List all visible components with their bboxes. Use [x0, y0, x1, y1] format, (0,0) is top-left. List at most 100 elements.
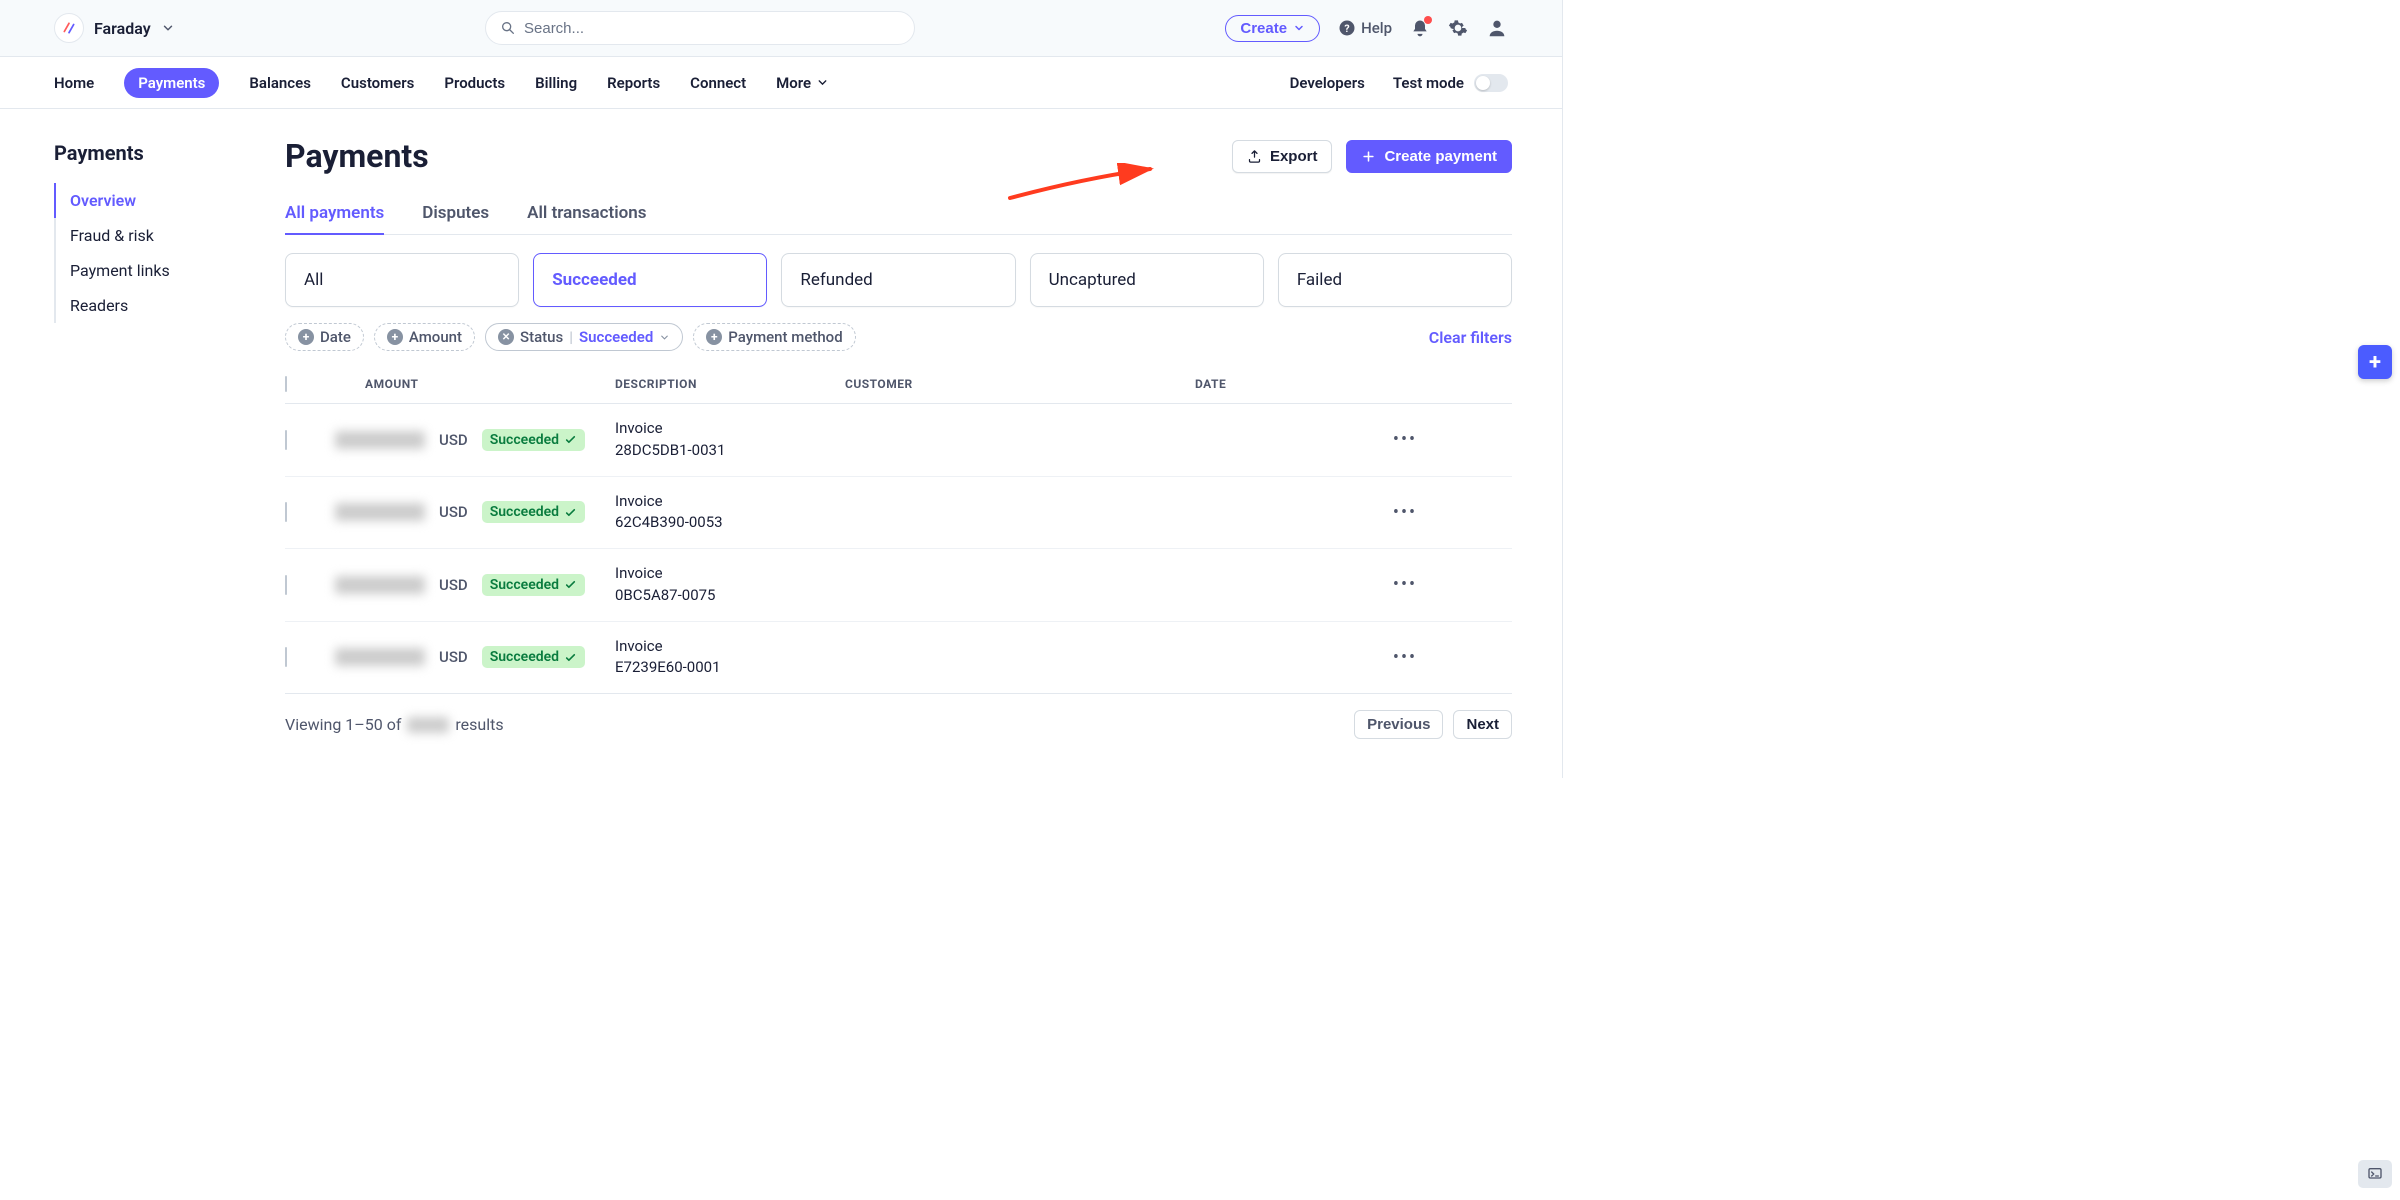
- sidebar-title: Payments: [54, 141, 235, 165]
- help-icon: ?: [1338, 19, 1356, 37]
- col-amount: AMOUNT: [335, 377, 615, 391]
- chevron-down-icon: [659, 332, 670, 343]
- filter-card-refunded[interactable]: Refunded: [781, 253, 1015, 307]
- nav-item-reports[interactable]: Reports: [607, 68, 660, 98]
- content-tabs: All payments Disputes All transactions: [285, 193, 1512, 235]
- results-total-redacted: [407, 717, 449, 733]
- help-link[interactable]: ? Help: [1338, 19, 1392, 37]
- chevron-down-icon: [1293, 22, 1305, 34]
- filter-card-failed[interactable]: Failed: [1278, 253, 1512, 307]
- terminal-icon: [2366, 1166, 2384, 1182]
- status-badge: Succeeded: [482, 501, 585, 523]
- col-customer: CUSTOMER: [845, 377, 1195, 391]
- description: InvoiceE7239E60-0001: [615, 636, 845, 680]
- row-checkbox[interactable]: [285, 502, 287, 522]
- filter-card-all[interactable]: All: [285, 253, 519, 307]
- floating-add-button[interactable]: +: [2358, 345, 2392, 379]
- chevron-down-icon: [161, 21, 175, 35]
- nav-item-products[interactable]: Products: [444, 68, 505, 98]
- sidebar: Payments OverviewFraud & riskPayment lin…: [0, 109, 235, 739]
- page-title: Payments: [285, 137, 429, 175]
- nav-item-balances[interactable]: Balances: [249, 68, 311, 98]
- filter-card-succeeded[interactable]: Succeeded: [533, 253, 767, 307]
- nav-item-billing[interactable]: Billing: [535, 68, 577, 98]
- nav-items: Home Payments Balances Customers Products Bil…: [54, 68, 829, 98]
- notifications-button[interactable]: [1410, 18, 1430, 38]
- row-menu[interactable]: •••: [1375, 502, 1435, 523]
- sidebar-item-readers[interactable]: Readers: [56, 288, 235, 323]
- table-row[interactable]: USDSucceeded Invoice62C4B390-0053•••: [285, 477, 1512, 550]
- table-row[interactable]: USDSucceeded InvoiceE7239E60-0001•••: [285, 622, 1512, 695]
- export-button[interactable]: Export: [1232, 140, 1333, 173]
- filter-amount[interactable]: Amount: [374, 323, 475, 351]
- row-menu[interactable]: •••: [1375, 574, 1435, 595]
- search-input[interactable]: [524, 20, 900, 37]
- status-badge: Succeeded: [482, 574, 585, 596]
- previous-button[interactable]: Previous: [1354, 710, 1443, 739]
- filter-cards: All Succeeded Refunded Uncaptured Failed: [285, 253, 1512, 307]
- chevron-down-icon: [816, 76, 829, 89]
- select-all-checkbox[interactable]: [285, 376, 287, 392]
- table-row[interactable]: USDSucceeded Invoice0BC5A87-0075•••: [285, 549, 1512, 622]
- tab-all-transactions[interactable]: All transactions: [527, 193, 646, 234]
- plus-circle-icon: [706, 329, 722, 345]
- filter-payment-method-label: Payment method: [728, 328, 842, 346]
- filter-status[interactable]: Status | Succeeded: [485, 323, 683, 351]
- filter-row: Date Amount Status | Succeeded Payment m…: [285, 323, 1512, 351]
- test-mode-label: Test mode: [1393, 68, 1464, 98]
- nav-item-home[interactable]: Home: [54, 68, 94, 98]
- nav-item-payments[interactable]: Payments: [124, 68, 219, 98]
- sidebar-item-overview[interactable]: Overview: [54, 183, 235, 218]
- clear-filters[interactable]: Clear filters: [1429, 328, 1512, 347]
- help-label: Help: [1361, 19, 1392, 37]
- amount-redacted: [335, 431, 425, 449]
- nav-developers[interactable]: Developers: [1290, 68, 1365, 98]
- col-date: DATE: [1195, 377, 1375, 391]
- search-input-wrap[interactable]: [485, 11, 915, 45]
- table-row[interactable]: USDSucceeded Invoice28DC5DB1-0031•••: [285, 404, 1512, 477]
- currency: USD: [439, 648, 468, 666]
- account-switcher[interactable]: Faraday: [54, 13, 175, 43]
- export-label: Export: [1270, 148, 1318, 165]
- filter-status-value: Succeeded: [579, 328, 653, 346]
- filter-amount-label: Amount: [409, 328, 462, 346]
- nav-item-connect[interactable]: Connect: [690, 68, 746, 98]
- filter-card-uncaptured[interactable]: Uncaptured: [1030, 253, 1264, 307]
- create-payment-label: Create payment: [1384, 148, 1497, 165]
- plus-circle-icon: [387, 329, 403, 345]
- amount-redacted: [335, 576, 425, 594]
- nav-item-more[interactable]: More: [776, 68, 829, 98]
- settings-button[interactable]: [1448, 18, 1468, 38]
- test-mode-toggle[interactable]: [1474, 74, 1508, 92]
- sidebar-item-payment-links[interactable]: Payment links: [56, 253, 235, 288]
- row-checkbox[interactable]: [285, 575, 287, 595]
- filter-payment-method[interactable]: Payment method: [693, 323, 855, 351]
- col-description: DESCRIPTION: [615, 377, 845, 391]
- results-suffix: results: [455, 715, 503, 734]
- description: Invoice28DC5DB1-0031: [615, 418, 845, 462]
- row-checkbox[interactable]: [285, 647, 287, 667]
- filter-status-label: Status: [520, 328, 563, 346]
- row-menu[interactable]: •••: [1375, 647, 1435, 668]
- floating-terminal-button[interactable]: [2358, 1160, 2392, 1188]
- create-payment-button[interactable]: Create payment: [1346, 140, 1512, 173]
- brand-logo-icon: [54, 13, 84, 43]
- notification-dot: [1424, 16, 1432, 24]
- profile-button[interactable]: [1486, 17, 1508, 39]
- row-menu[interactable]: •••: [1375, 429, 1435, 450]
- results-prefix: Viewing 1–50 of: [285, 715, 401, 734]
- nav-item-customers[interactable]: Customers: [341, 68, 414, 98]
- sidebar-item-fraud-risk[interactable]: Fraud & risk: [56, 218, 235, 253]
- main-content: Payments Export Create payment All payme…: [235, 109, 1562, 739]
- tab-all-payments[interactable]: All payments: [285, 193, 384, 235]
- filter-date[interactable]: Date: [285, 323, 364, 351]
- search-icon: [500, 20, 516, 36]
- row-checkbox[interactable]: [285, 430, 287, 450]
- tab-disputes[interactable]: Disputes: [422, 193, 489, 234]
- create-button[interactable]: Create: [1225, 15, 1320, 42]
- topbar: Faraday Create ? Help: [0, 0, 1562, 57]
- currency: USD: [439, 576, 468, 594]
- next-button[interactable]: Next: [1453, 710, 1512, 739]
- table-header: AMOUNT DESCRIPTION CUSTOMER DATE: [285, 365, 1512, 404]
- status-badge: Succeeded: [482, 429, 585, 451]
